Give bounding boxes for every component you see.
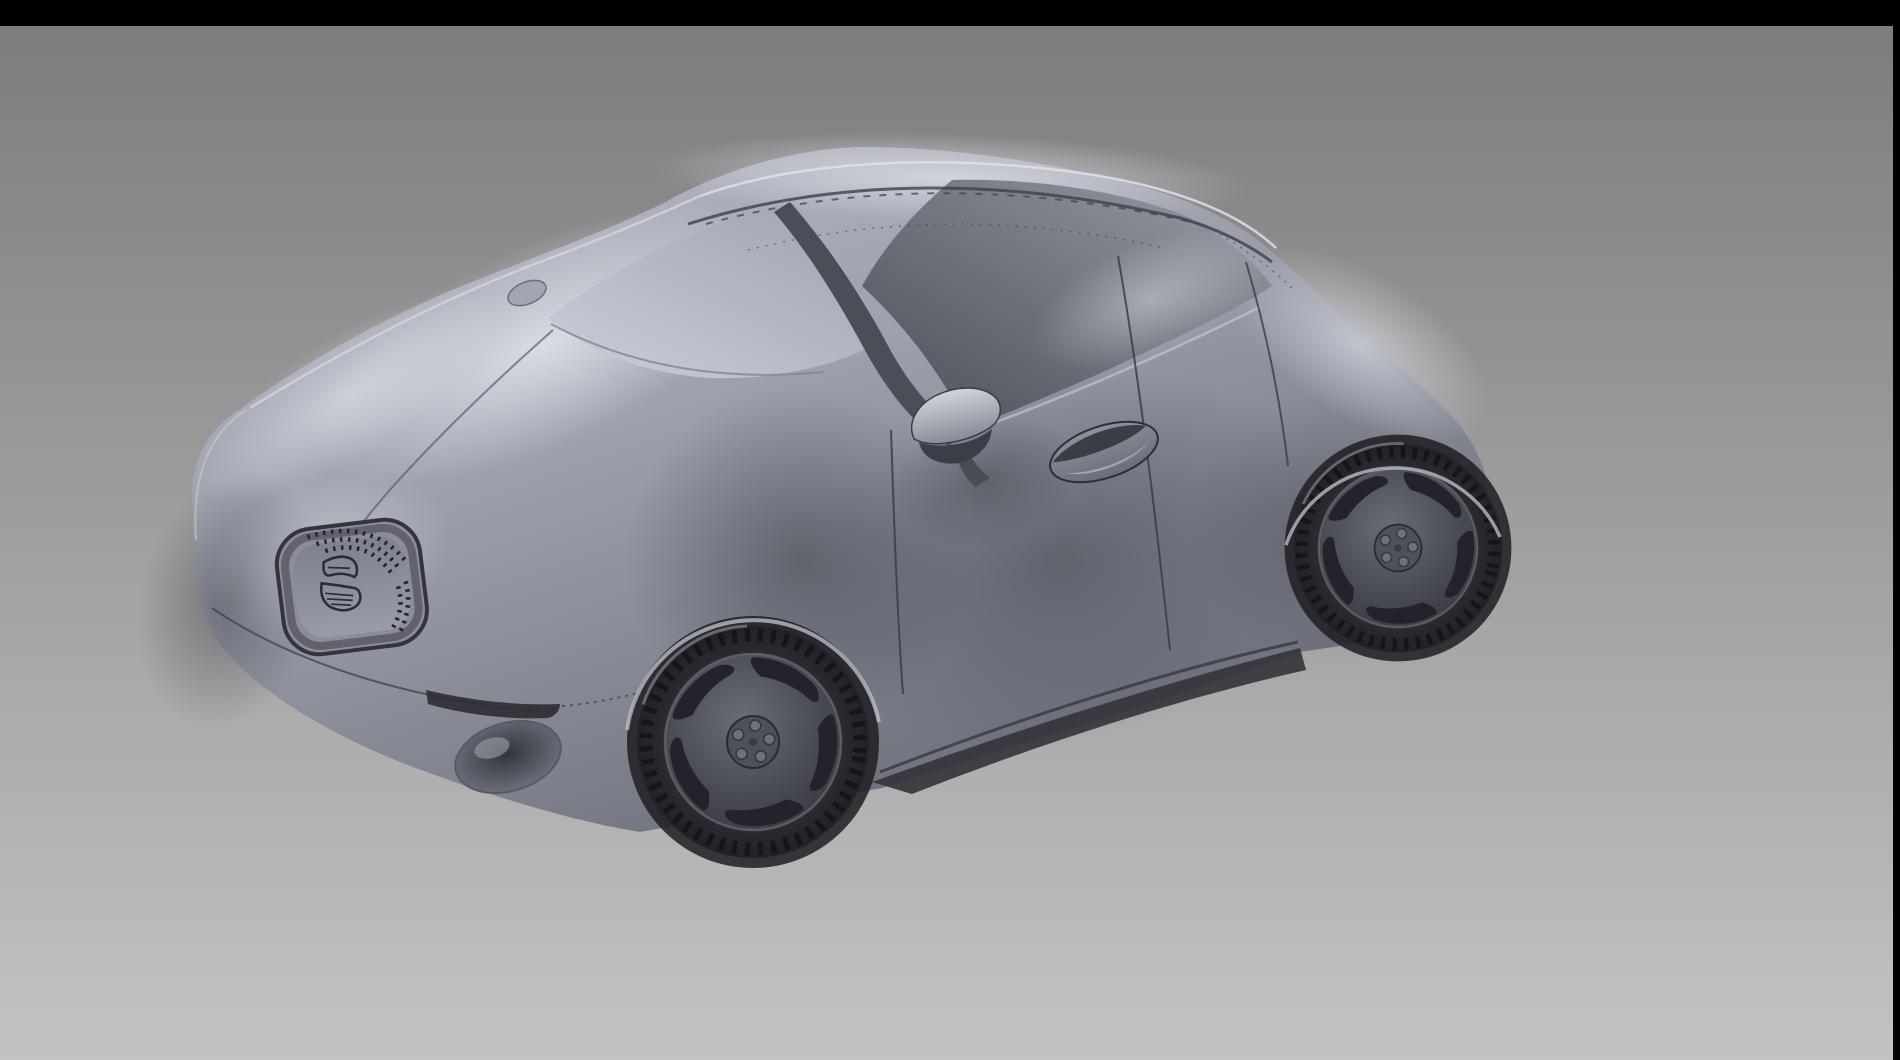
window-top-bar — [0, 0, 1900, 26]
cad-viewport-window — [0, 0, 1900, 1060]
window-right-strip — [1893, 0, 1900, 1060]
front-grille[interactable] — [273, 516, 431, 659]
viewport-canvas[interactable] — [0, 0, 1900, 1060]
